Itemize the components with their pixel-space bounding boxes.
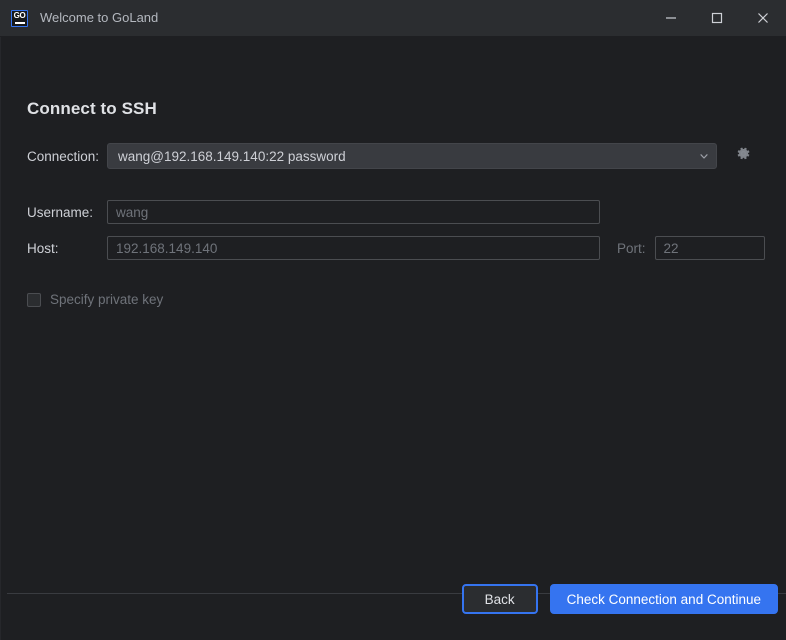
port-value: 22 xyxy=(664,241,679,256)
check-connection-and-continue-button[interactable]: Check Connection and Continue xyxy=(550,584,778,614)
connection-settings-button[interactable] xyxy=(733,146,753,166)
connection-label: Connection: xyxy=(27,149,107,164)
back-button[interactable]: Back xyxy=(462,584,538,614)
goland-icon-underline xyxy=(15,22,25,24)
port-input[interactable]: 22 xyxy=(655,236,765,260)
maximize-icon xyxy=(711,12,723,24)
gear-icon xyxy=(736,146,751,166)
port-group: Port: 22 xyxy=(617,236,765,260)
specify-private-key-checkbox[interactable]: Specify private key xyxy=(27,292,163,307)
chevron-down-icon xyxy=(692,150,710,162)
host-label: Host: xyxy=(27,241,107,256)
username-row: Username: wang xyxy=(27,200,600,224)
specify-private-key-label: Specify private key xyxy=(50,292,163,307)
minimize-icon xyxy=(665,12,677,24)
connection-row: Connection: wang@192.168.149.140:22 pass… xyxy=(27,143,753,169)
title-bar: GO Welcome to GoLand xyxy=(0,0,786,37)
page-title: Connect to SSH xyxy=(27,99,157,119)
minimize-button[interactable] xyxy=(648,0,694,36)
window-controls xyxy=(648,0,786,36)
host-input[interactable]: 192.168.149.140 xyxy=(107,236,600,260)
username-value: wang xyxy=(116,205,148,220)
close-button[interactable] xyxy=(740,0,786,36)
dialog-content: Connect to SSH Connection: wang@192.168.… xyxy=(0,37,786,640)
title-bar-left: GO Welcome to GoLand xyxy=(0,10,158,27)
checkbox-box-icon xyxy=(27,293,41,307)
host-value: 192.168.149.140 xyxy=(116,241,217,256)
goland-welcome-window: GO Welcome to GoLand xyxy=(0,0,786,640)
username-label: Username: xyxy=(27,205,107,220)
username-input[interactable]: wang xyxy=(107,200,600,224)
connection-combobox[interactable]: wang@192.168.149.140:22 password xyxy=(107,143,717,169)
connection-selected-value: wang@192.168.149.140:22 password xyxy=(118,149,346,164)
port-label: Port: xyxy=(617,241,646,256)
host-row: Host: 192.168.149.140 xyxy=(27,236,600,260)
dialog-footer: Back Check Connection and Continue xyxy=(1,558,786,640)
maximize-button[interactable] xyxy=(694,0,740,36)
goland-app-icon: GO xyxy=(11,10,28,27)
close-icon xyxy=(757,12,769,24)
window-title: Welcome to GoLand xyxy=(40,10,158,26)
goland-icon-label: GO xyxy=(14,11,26,20)
